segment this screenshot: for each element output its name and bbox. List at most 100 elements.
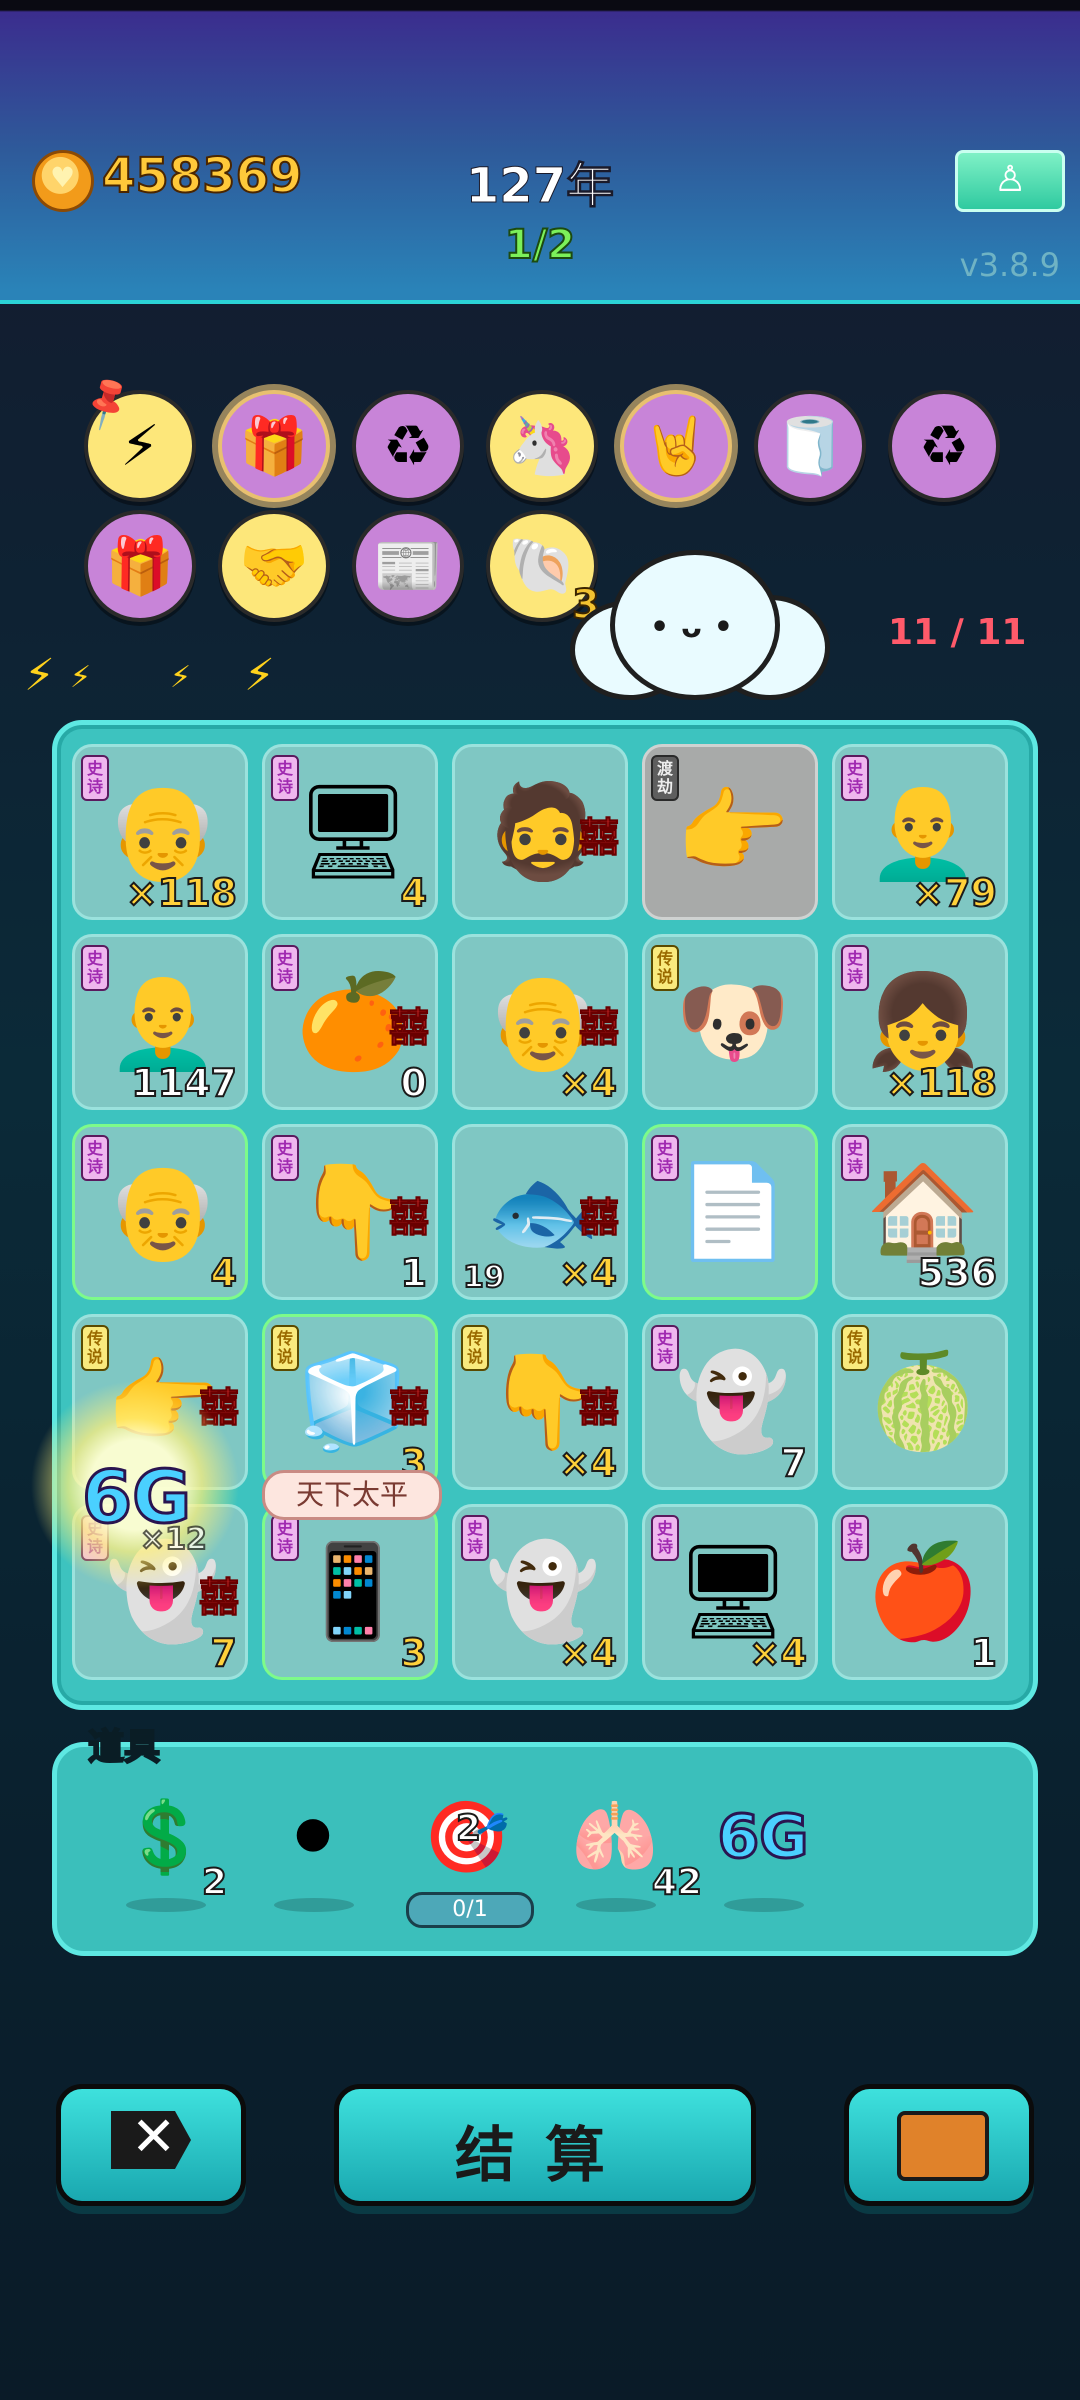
skill-recycle-icon[interactable]: ♻ — [888, 390, 1000, 502]
speech-bubble: 天下太平 — [262, 1470, 442, 1520]
year-label: 127年 — [465, 158, 615, 215]
skill-gift-box-icon[interactable]: 🎁 — [218, 390, 330, 502]
cancel-button[interactable]: ✕ — [56, 2084, 246, 2206]
tile-count: 3 — [400, 1630, 428, 1676]
rarity-tag: 史诗 — [81, 1135, 109, 1181]
cloud-mascot[interactable]: •ᴗ• — [560, 540, 830, 700]
tile-graphics-card-icon[interactable]: 🖥 史诗 4 — [262, 744, 438, 920]
energy-bolt-icon: ⚡ — [70, 660, 92, 695]
double-happiness-icon: 囍 — [579, 815, 620, 862]
double-happiness-icon: 囍 — [389, 1385, 430, 1432]
rarity-tag: 史诗 — [271, 1515, 299, 1561]
tile-old-man-glasses-icon[interactable]: 👴 囍 ×4 — [452, 934, 628, 1110]
tile-count: ×4 — [558, 1440, 618, 1486]
prop-black-hole-icon[interactable]: ⚫ — [258, 1782, 368, 1892]
tile-ghost-medal-icon[interactable]: 👻 史诗 7 — [642, 1314, 818, 1490]
meditation-icon: ♙ — [994, 159, 1027, 200]
briefcase-icon — [897, 2111, 989, 2181]
tile-man-face-icon[interactable]: 🧔 囍 — [452, 744, 628, 920]
skill-gift-box-icon[interactable]: 🎁 — [84, 510, 196, 622]
handshake-icon: 🤝 — [239, 534, 309, 599]
coin-icon — [32, 150, 94, 212]
double-happiness-icon: 囍 — [389, 1195, 430, 1242]
energy-counter: 11 / 11 — [888, 612, 1027, 653]
skill-time-magazine-icon[interactable]: 📰 — [352, 510, 464, 622]
rarity-tag: 史诗 — [271, 1135, 299, 1181]
rarity-tag: 史诗 — [271, 945, 299, 991]
tile-remote-control-icon[interactable]: 📱 史诗 3 — [262, 1504, 438, 1680]
meditation-button[interactable]: ♙ — [955, 150, 1065, 212]
tile-bald-man-icon[interactable]: 👨‍🦲 史诗 1147 — [72, 934, 248, 1110]
unicorn-icon: 🦄 — [507, 414, 577, 479]
skill-unicorn-icon[interactable]: 🦄 — [486, 390, 598, 502]
rarity-tag: 传说 — [461, 1325, 489, 1371]
tile-count: 1147 — [130, 1060, 238, 1106]
gift-box-icon: 🎁 — [239, 414, 309, 479]
tile-count: 536 — [917, 1250, 998, 1296]
rarity-tag: 史诗 — [651, 1325, 679, 1371]
overlay-count: ×12 — [139, 1521, 208, 1558]
rarity-tag: 渡劫 — [651, 755, 679, 801]
tile-graphics-card-icon[interactable]: 🖥 史诗 ×4 — [642, 1504, 818, 1680]
tile-ghost-icon[interactable]: 👻 史诗 ×4 — [452, 1504, 628, 1680]
prop-shadow — [274, 1898, 354, 1912]
bag-button[interactable] — [844, 2084, 1034, 2206]
rarity-tag: 史诗 — [461, 1515, 489, 1561]
recycle-icon: ♻ — [382, 413, 434, 479]
prop-shadow — [126, 1898, 206, 1912]
settle-label: 结算 — [455, 2121, 635, 2191]
close-glyph: ✕ — [131, 2105, 177, 2168]
lightning-icon: ⚡ — [120, 413, 160, 479]
tile-fridge-icon[interactable]: 🧊 传说囍 3 — [262, 1314, 438, 1490]
version-label: v3.8.9 — [959, 246, 1060, 284]
skill-recycle-icon[interactable]: ♻ — [352, 390, 464, 502]
skill-handshake-icon[interactable]: 🤝 — [218, 510, 330, 622]
tile-count: ×79 — [911, 870, 998, 916]
rarity-tag: 史诗 — [651, 1135, 679, 1181]
tile-crowned-hand-icon[interactable]: 👇 传说囍 ×4 — [452, 1314, 628, 1490]
tile-orange-icon[interactable]: 🍊 史诗囍 0 — [262, 934, 438, 1110]
skill-rock-hand-icon[interactable]: 🤘 — [620, 390, 732, 502]
tile-left-count: 19 — [462, 1259, 506, 1296]
props-label: 道具 — [87, 1726, 161, 1769]
tile-gray-pointing-hand-icon[interactable]: 👇 史诗囍 1 — [262, 1124, 438, 1300]
double-happiness-icon: 囍 — [389, 1005, 430, 1052]
rarity-tag: 史诗 — [841, 945, 869, 991]
tile-girl-braids-icon[interactable]: 👧 史诗 ×118 — [832, 934, 1008, 1110]
tile-apple-icon[interactable]: 🍎 史诗 1 — [832, 1504, 1008, 1680]
energy-bolt-icon: ⚡ — [170, 660, 192, 695]
tile-count: 7 — [210, 1630, 238, 1676]
tile-count: 0 — [400, 1060, 428, 1106]
rarity-tag: 史诗 — [271, 755, 299, 801]
tile-count: 4 — [400, 870, 428, 916]
tile-green-hat-man-icon[interactable]: 👴 史诗 ×118 — [72, 744, 248, 920]
target-usage-pill: 0/1 — [406, 1892, 534, 1928]
tile-count: ×4 — [558, 1630, 618, 1676]
tile-bald-man-glasses-icon[interactable]: 👨‍🦲 史诗 ×79 — [832, 744, 1008, 920]
rarity-tag: 史诗 — [841, 1515, 869, 1561]
tile-pointing-hand-icon[interactable]: 👉 渡劫 — [642, 744, 818, 920]
skill-tissue-box-icon[interactable]: 🧻 — [754, 390, 866, 502]
tile-longan-icon[interactable]: 🍈 传说 — [832, 1314, 1008, 1490]
liver-icon: 🫁 — [571, 1795, 659, 1878]
prop-shadow — [724, 1898, 804, 1912]
tile-count: ×4 — [748, 1630, 808, 1676]
cloud-face: •ᴗ• — [650, 610, 745, 645]
recycle-icon: ♻ — [918, 413, 970, 479]
tile-copy-paste-icon[interactable]: 📄 史诗 — [642, 1124, 818, 1300]
tile-crowned-dog-icon[interactable]: 🐶 传说 — [642, 934, 818, 1110]
prop-count: 2 — [201, 1861, 228, 1904]
tile-fish-icon[interactable]: 🐟 囍 ×4 19 — [452, 1124, 628, 1300]
rarity-tag: 传说 — [271, 1325, 299, 1371]
tile-green-hat-man-icon[interactable]: 👴 史诗 4 — [72, 1124, 248, 1300]
double-happiness-icon: 囍 — [579, 1385, 620, 1432]
top-bar: 458369 127年 1/2 ♙ v3.8.9 — [0, 0, 1080, 304]
double-happiness-icon: 囍 — [579, 1195, 620, 1242]
gift-box-icon: 🎁 — [105, 534, 175, 599]
tile-rabbit-house-icon[interactable]: 🏠 史诗 536 — [832, 1124, 1008, 1300]
time-magazine-icon: 📰 — [373, 534, 443, 599]
settle-button[interactable]: 结算 — [334, 2084, 756, 2206]
double-happiness-icon: 囍 — [199, 1575, 240, 1622]
prop-6g-icon[interactable]: 6G — [708, 1782, 818, 1892]
rarity-tag: 史诗 — [841, 1135, 869, 1181]
